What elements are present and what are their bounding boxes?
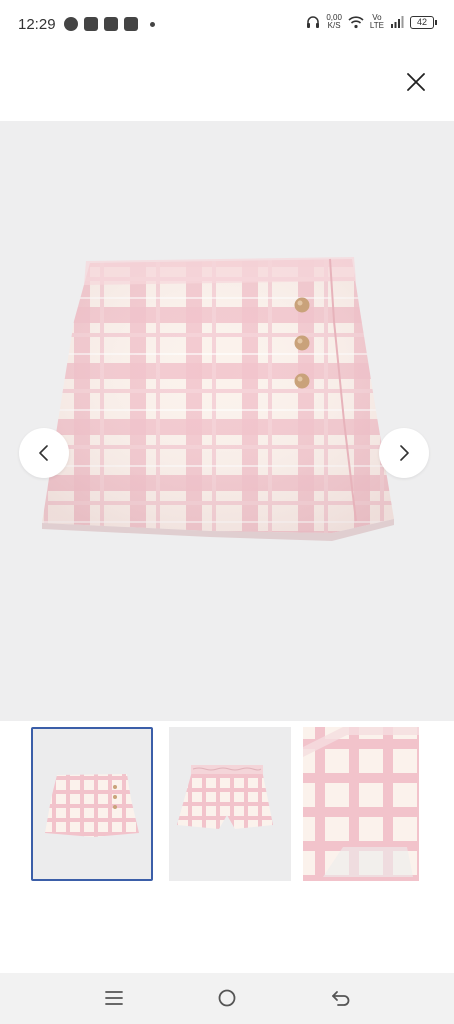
next-image-button[interactable] <box>379 428 429 478</box>
thumbnail-2[interactable] <box>169 727 291 881</box>
thumbnail-skort-front-image <box>45 774 139 837</box>
book-icon <box>123 17 138 31</box>
thumbnail-3[interactable] <box>303 727 419 881</box>
status-time: 12:29 <box>18 15 56 33</box>
network-speed: 0,00 K/S <box>326 14 342 30</box>
system-navigation-bar <box>0 973 454 1024</box>
thumbnail-skort-back-image <box>177 765 273 829</box>
pink-plaid-skort-image <box>42 257 394 541</box>
thumbnail-1[interactable] <box>31 727 153 881</box>
previous-image-button[interactable] <box>19 428 69 478</box>
more-notifications-dot-icon <box>149 21 155 27</box>
back-icon <box>332 991 350 1006</box>
volte-bottom-label: LTE <box>369 21 384 30</box>
status-bar: 12:29 0,00 K/S Vo LTE 42 <box>0 0 454 48</box>
close-icon <box>407 73 425 91</box>
home-button[interactable] <box>212 983 242 1013</box>
chevron-right-icon <box>400 445 409 461</box>
home-icon <box>218 989 236 1007</box>
menu-icon <box>105 991 123 1005</box>
thumbnail-strip <box>0 722 454 888</box>
app-notification-icon <box>83 17 98 31</box>
app-notification-icon <box>103 17 118 31</box>
thumbnail-skort-detail-image <box>303 727 419 881</box>
status-right: 0,00 K/S Vo LTE 42 <box>306 14 437 30</box>
back-button[interactable] <box>326 983 356 1013</box>
chevron-left-icon <box>39 445 48 461</box>
wifi-icon <box>348 15 364 28</box>
headphones-icon <box>307 16 320 28</box>
message-icon <box>63 17 78 31</box>
network-speed-unit: K/S <box>327 21 341 30</box>
signal-icon <box>391 16 404 28</box>
volte-indicator: Vo LTE <box>370 14 384 30</box>
close-button[interactable] <box>398 64 434 100</box>
status-notification-icons <box>63 17 155 31</box>
battery-indicator: 42 <box>410 15 437 29</box>
main-product-image[interactable] <box>0 121 454 721</box>
menu-button[interactable] <box>99 983 129 1013</box>
